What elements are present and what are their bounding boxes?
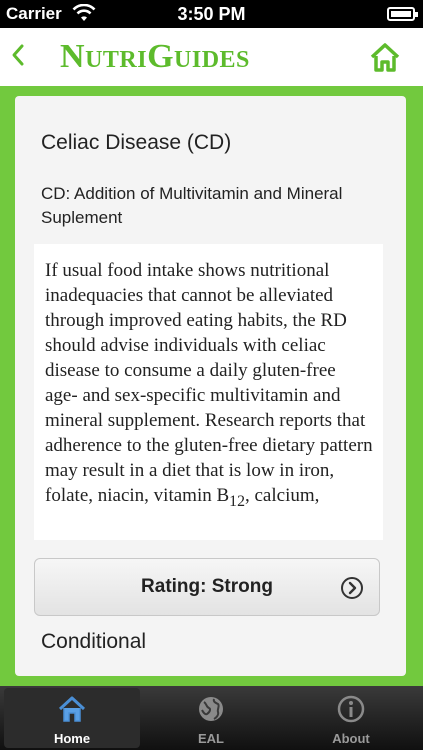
tab-about-label: About: [332, 731, 370, 746]
tab-bar: Home EAL About: [0, 686, 423, 750]
page-title: Celiac Disease (CD): [41, 131, 232, 154]
tab-home-label: Home: [53, 731, 91, 746]
logo-initial-n: N: [60, 38, 86, 75]
nutriguides-logo: NUTRIGUIDES: [60, 38, 250, 76]
info-icon: [337, 695, 365, 723]
guideline-body-subscript: 12: [229, 492, 245, 510]
conditional-label: Conditional: [41, 630, 147, 653]
tab-home[interactable]: Home: [4, 688, 140, 748]
navigation-bar: NUTRIGUIDES: [0, 28, 423, 86]
guideline-body-main: If usual food intake shows nutritional i…: [45, 260, 373, 506]
tab-eal-label: EAL: [198, 731, 224, 746]
home-icon: [58, 696, 86, 722]
status-bar: Carrier 3:50 PM: [0, 0, 423, 28]
back-chevron-icon[interactable]: [8, 40, 28, 70]
guideline-body-tail: , calcium,: [244, 485, 320, 506]
guideline-body: If usual food intake shows nutritional i…: [34, 244, 383, 514]
rating-label: Rating: Strong: [141, 576, 273, 597]
guideline-text-scroll[interactable]: If usual food intake shows nutritional i…: [34, 244, 383, 540]
status-time: 3:50 PM: [177, 4, 246, 24]
logo-rest-uides: UIDES: [174, 47, 250, 73]
rating-button[interactable]: Rating: Strong: [34, 558, 380, 616]
guideline-card: Celiac Disease (CD) CD: Addition of Mult…: [15, 96, 406, 676]
guideline-subtitle: CD: Addition of Multivitamin and Mineral…: [41, 184, 343, 227]
chevron-right-circle-icon: [341, 577, 363, 599]
logo-rest-utri: UTRI: [85, 47, 148, 73]
tab-about[interactable]: About: [283, 688, 419, 748]
logo-initial-g: G: [147, 38, 175, 75]
home-icon[interactable]: [369, 42, 401, 72]
battery-icon: [387, 7, 418, 21]
globe-icon: [199, 697, 223, 721]
content-frame: Celiac Disease (CD) CD: Addition of Mult…: [0, 86, 423, 686]
tab-eal[interactable]: EAL: [143, 688, 279, 748]
